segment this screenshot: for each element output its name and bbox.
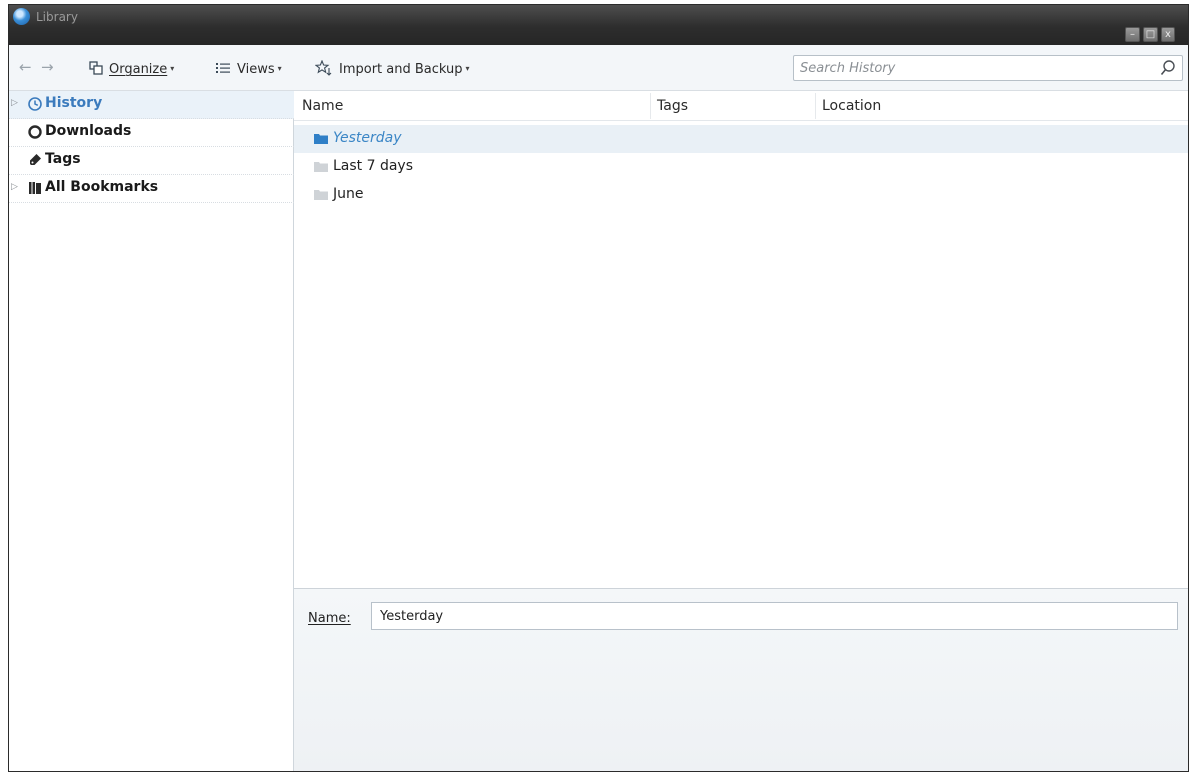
import-backup-menu-button[interactable]: Import and Backup ▾: [315, 59, 470, 79]
tag-icon: [30, 154, 41, 165]
bookmarks-icon: [29, 182, 41, 194]
toolbar: ← → Organize ▾ Views ▾ Import and Backup ▾: [9, 45, 1188, 91]
row-name: Yesterday: [333, 130, 402, 146]
sidebar-item-downloads[interactable]: Downloads: [9, 119, 294, 147]
import-star-icon: [315, 60, 332, 76]
folder-icon: [314, 162, 328, 172]
column-divider[interactable]: [650, 93, 651, 119]
sidebar-item-label: Tags: [45, 151, 81, 167]
column-header: Name Tags Location: [294, 91, 1188, 121]
sidebar-item-tags[interactable]: Tags: [9, 147, 294, 175]
chevron-down-icon: ▾: [277, 64, 282, 73]
row-name: Last 7 days: [333, 158, 414, 174]
download-icon: [28, 125, 42, 139]
name-field[interactable]: [371, 602, 1178, 630]
column-divider[interactable]: [815, 93, 816, 119]
expand-arrow-icon[interactable]: ▷: [11, 182, 18, 192]
firefox-app-icon: [13, 8, 30, 25]
sidebar-item-label: Downloads: [45, 123, 132, 139]
sidebar-item-history[interactable]: ▷ History: [9, 91, 294, 119]
search-input[interactable]: [800, 59, 1140, 77]
minimize-button[interactable]: –: [1125, 27, 1140, 42]
column-location[interactable]: Location: [822, 98, 881, 114]
sidebar-item-label: All Bookmarks: [45, 179, 159, 195]
expand-arrow-icon[interactable]: ▷: [11, 98, 18, 108]
import-backup-label: Import and Backup: [339, 62, 463, 77]
chevron-down-icon: ▾: [170, 64, 175, 73]
views-menu-button[interactable]: Views ▾: [215, 59, 282, 79]
sidebar-item-label: History: [45, 95, 103, 111]
sidebar-item-all-bookmarks[interactable]: ▷ All Bookmarks: [9, 175, 294, 203]
search-icon[interactable]: [1160, 59, 1176, 77]
clock-icon: [28, 97, 42, 111]
window-title: Library: [36, 10, 78, 24]
table-row[interactable]: Last 7 days: [294, 153, 1188, 181]
folder-icon: [314, 134, 328, 144]
organize-menu-button[interactable]: Organize ▾: [89, 59, 174, 79]
views-label: Views: [237, 62, 275, 77]
back-button[interactable]: ←: [19, 58, 32, 76]
history-tree[interactable]: Name Tags Location Yesterday Last 7 days…: [294, 91, 1188, 588]
table-row[interactable]: Yesterday: [294, 125, 1188, 153]
column-tags[interactable]: Tags: [657, 98, 688, 114]
organize-label: Organize: [109, 62, 168, 77]
folder-icon: [314, 190, 328, 200]
search-box[interactable]: [793, 55, 1183, 81]
organize-icon: [89, 61, 103, 75]
table-row[interactable]: June: [294, 181, 1188, 209]
sidebar: ▷ History Downloads Tags ▷ All Bookmarks: [9, 91, 294, 771]
chevron-down-icon: ▾: [465, 64, 470, 73]
forward-button[interactable]: →: [41, 58, 54, 76]
name-field-label: Name:: [308, 611, 351, 626]
title-bar[interactable]: Library – □ x: [9, 5, 1188, 45]
list-view-icon: [216, 63, 230, 73]
close-button[interactable]: x: [1161, 27, 1175, 42]
library-window: Library – □ x ← → Organize ▾ Views ▾ Impor: [8, 4, 1189, 772]
column-name[interactable]: Name: [302, 98, 343, 114]
maximize-button[interactable]: □: [1143, 27, 1158, 42]
details-pane: Name:: [294, 588, 1188, 771]
row-name: June: [333, 186, 364, 202]
